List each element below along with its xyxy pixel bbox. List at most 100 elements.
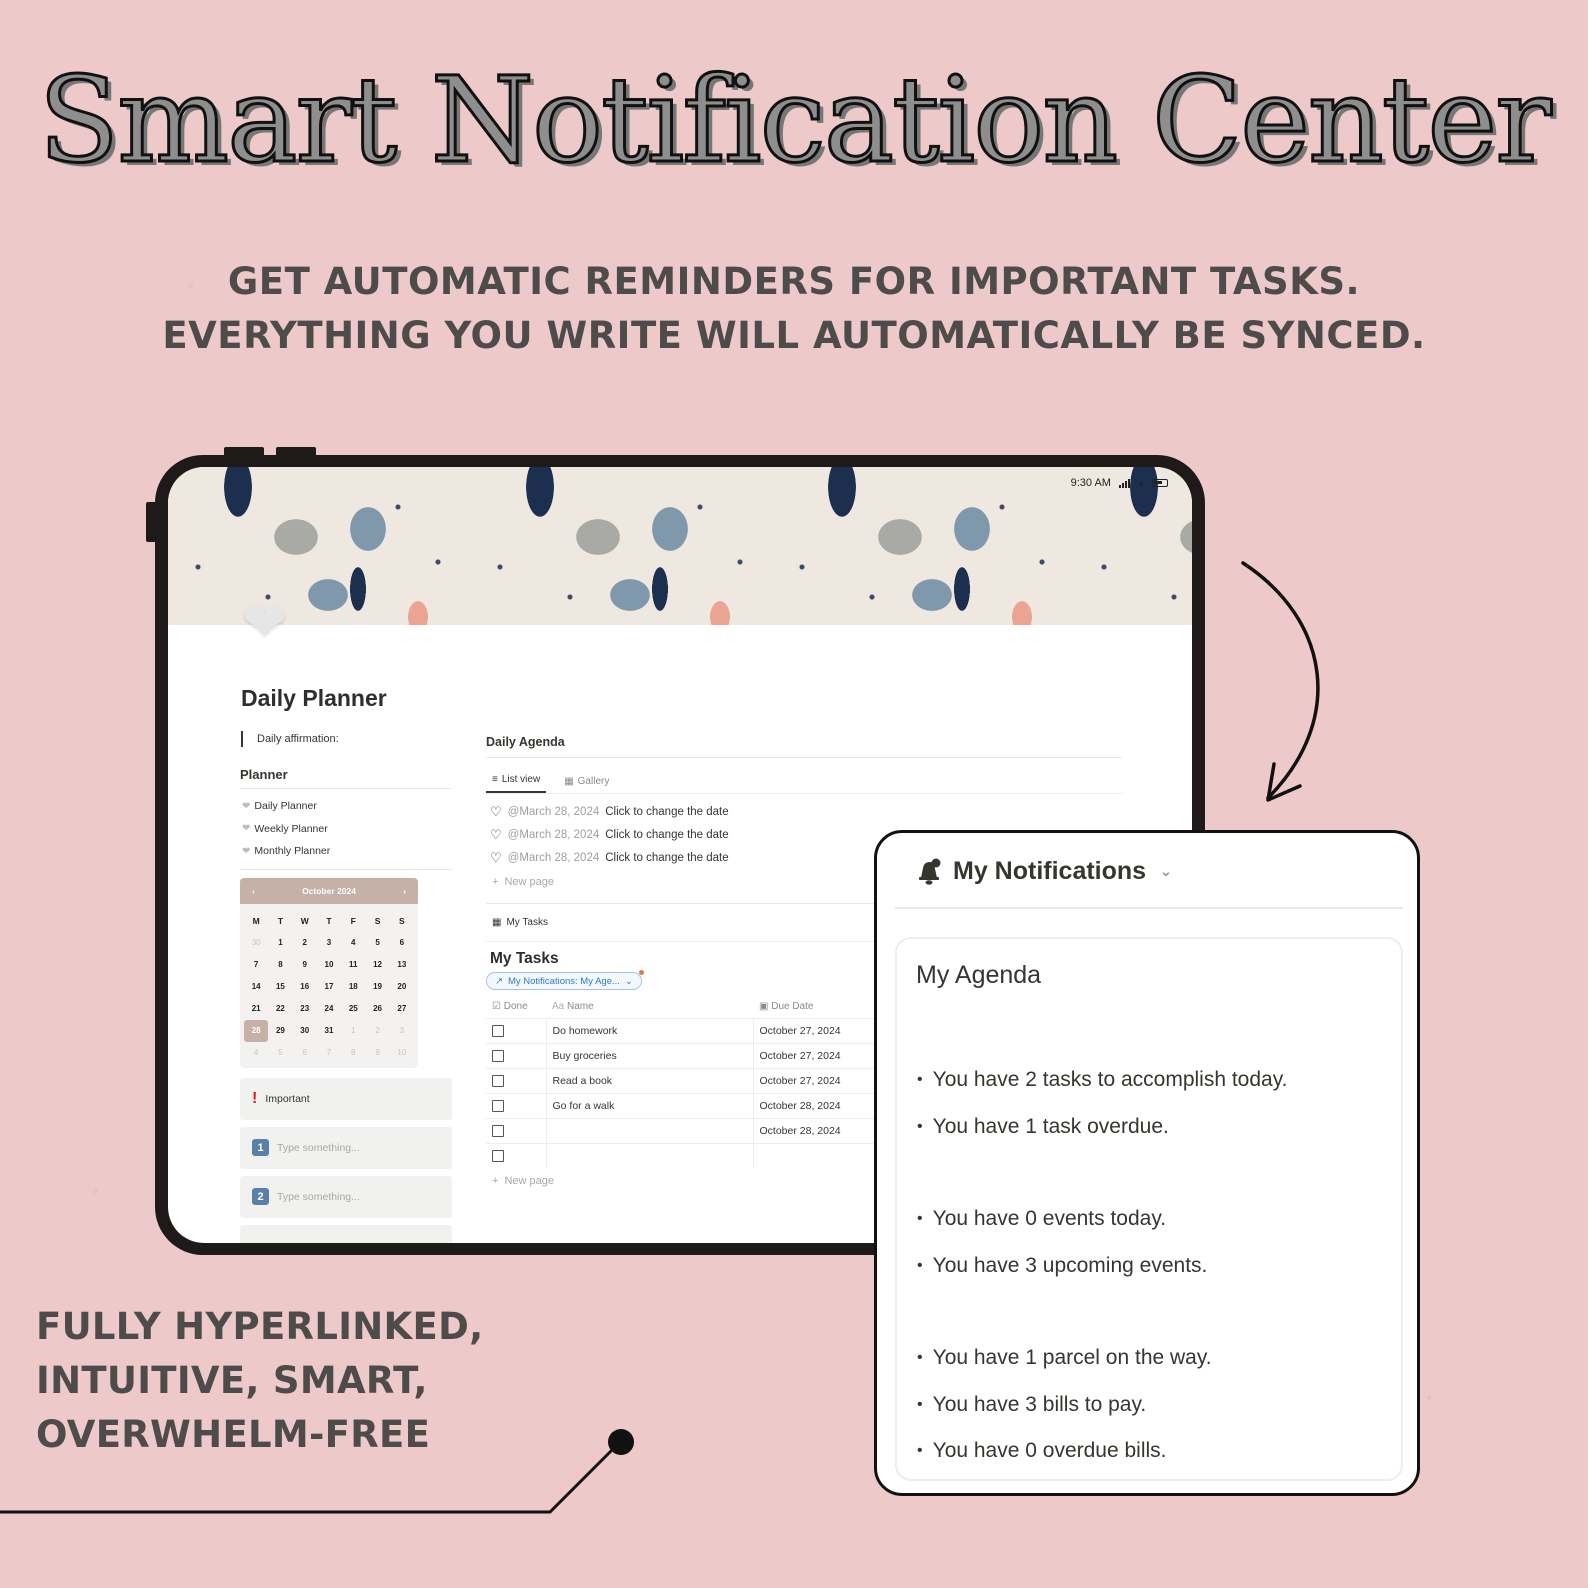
calendar-day[interactable]: 1 [268, 932, 292, 954]
tab-list-view[interactable]: ≡ List view [486, 774, 547, 793]
task-due-date[interactable] [752, 1142, 883, 1168]
callout-1[interactable]: 1 Type something... [240, 1126, 452, 1169]
calendar-day-today[interactable]: 28 [244, 1019, 269, 1042]
calendar-day[interactable]: 25 [341, 998, 365, 1020]
calendar-day[interactable]: 14 [244, 976, 268, 998]
task-name[interactable]: Buy groceries [545, 1042, 753, 1068]
table-row[interactable]: Buy groceries October 27, 2024 [486, 1042, 883, 1068]
task-name[interactable]: Go for a walk [545, 1092, 753, 1118]
tab-label: List view [501, 774, 541, 785]
calendar-day[interactable]: 13 [390, 954, 414, 976]
calendar-day[interactable]: 9 [365, 1042, 389, 1064]
task-name[interactable] [545, 1117, 753, 1143]
feature-list: FULLY HYPERLINKED, INTUITIVE, SMART, OVE… [36, 1300, 483, 1462]
notification-header[interactable]: My Notifications ⌄ [917, 857, 1172, 886]
task-due-date[interactable]: October 28, 2024 [752, 1092, 883, 1118]
done-cell [486, 1142, 546, 1168]
calendar-day[interactable]: 26 [365, 998, 389, 1020]
calendar-day[interactable]: 11 [341, 954, 365, 976]
checkbox-icon: ☑ [492, 1001, 501, 1013]
heart-link-icon: ❤ [242, 823, 251, 835]
tab-gallery[interactable]: ▦ Gallery [558, 776, 615, 793]
agenda-date[interactable]: @March 28, 2024 [508, 852, 600, 864]
calendar-day[interactable]: 7 [317, 1042, 341, 1064]
callout-3[interactable] [240, 1224, 452, 1243]
calendar-day[interactable]: 3 [390, 1020, 414, 1042]
calendar-day[interactable]: 19 [365, 976, 389, 998]
calendar-day[interactable]: 24 [317, 998, 341, 1020]
calendar-day[interactable]: 31 [317, 1020, 341, 1042]
planner-link-daily[interactable]: ❤ Daily Planner [242, 795, 452, 818]
task-due-date[interactable]: October 27, 2024 [752, 1017, 883, 1043]
chevron-down-icon[interactable]: ⌄ [1160, 863, 1172, 880]
task-checkbox[interactable] [492, 1024, 504, 1037]
calendar-day[interactable]: 20 [390, 976, 414, 998]
calendar-day[interactable]: 1 [341, 1020, 365, 1042]
planner-link-label: Weekly Planner [254, 822, 328, 835]
calendar-day[interactable]: 22 [268, 998, 292, 1020]
calendar-next-button[interactable]: › [403, 886, 406, 896]
calendar-day[interactable]: 7 [244, 954, 268, 976]
calendar-day[interactable]: 2 [365, 1020, 389, 1042]
task-due-date[interactable]: October 27, 2024 [752, 1067, 883, 1093]
task-checkbox[interactable] [492, 1099, 504, 1112]
column-header-done[interactable]: ☑ Done [486, 996, 546, 1018]
calendar-day[interactable]: 16 [293, 976, 317, 998]
calendar-day[interactable]: 2 [293, 932, 317, 954]
agenda-date[interactable]: @March 28, 2024 [508, 829, 600, 841]
task-due-date[interactable]: October 27, 2024 [752, 1042, 883, 1068]
calendar-day[interactable]: 3 [317, 932, 341, 954]
planner-link-monthly[interactable]: ❤ Monthly Planner [242, 840, 452, 863]
callout-2[interactable]: 2 Type something... [240, 1175, 452, 1218]
task-checkbox[interactable] [492, 1074, 504, 1087]
calendar-day[interactable]: 9 [293, 954, 317, 976]
calendar-day[interactable]: 30 [244, 932, 268, 954]
callout-important[interactable]: ! Important [240, 1077, 452, 1120]
table-row[interactable]: Go for a walk October 28, 2024 [486, 1092, 883, 1118]
task-name[interactable]: Do homework [545, 1017, 753, 1043]
calendar-day[interactable]: 8 [268, 954, 292, 976]
task-checkbox[interactable] [492, 1049, 504, 1062]
task-due-date[interactable]: October 28, 2024 [752, 1117, 883, 1143]
notification-filter-pill[interactable]: ↗ My Notifications: My Age... ⌄ [486, 970, 644, 990]
tasks-table: ☑ Done Aa Name ▣ Due Date Do homework Oct… [486, 996, 883, 1168]
calendar-day[interactable]: 8 [341, 1042, 365, 1064]
calendar-day[interactable]: 21 [244, 998, 268, 1020]
calendar-header: ‹ October 2024 › [240, 877, 418, 904]
table-row[interactable] [486, 1142, 883, 1168]
table-row[interactable]: Read a book October 27, 2024 [486, 1067, 883, 1093]
agenda-date[interactable]: @March 28, 2024 [508, 806, 600, 818]
column-header-name[interactable]: Aa Name [546, 996, 753, 1018]
task-checkbox[interactable] [492, 1149, 504, 1162]
done-cell [486, 1067, 546, 1093]
calendar-day[interactable]: 27 [390, 998, 414, 1020]
task-checkbox[interactable] [492, 1124, 504, 1137]
column-header-due-date[interactable]: ▣ Due Date [753, 996, 883, 1018]
calendar-day[interactable]: 23 [293, 998, 317, 1020]
heart-icon[interactable]: ❤ [242, 595, 287, 649]
agenda-text: Click to change the date [605, 851, 729, 864]
task-name[interactable]: Read a book [545, 1067, 753, 1093]
calendar-day[interactable]: 10 [317, 954, 341, 976]
table-row[interactable]: October 28, 2024 [486, 1117, 883, 1143]
calendar-day[interactable]: 5 [268, 1042, 292, 1064]
calendar-day[interactable]: 15 [268, 976, 292, 998]
calendar-day[interactable]: 6 [390, 932, 414, 954]
calendar-day[interactable]: 4 [244, 1042, 268, 1064]
calendar-day[interactable]: 6 [293, 1042, 317, 1064]
agenda-item[interactable]: ♡ @March 28, 2024 Click to change the date [486, 800, 1122, 823]
affirmation-quote[interactable]: Daily affirmation: [241, 731, 339, 747]
calendar-day[interactable]: 10 [390, 1042, 414, 1064]
calendar-day[interactable]: 4 [341, 932, 365, 954]
task-name[interactable] [545, 1142, 753, 1168]
calendar-day[interactable]: 17 [317, 976, 341, 998]
calendar-day[interactable]: 12 [365, 954, 389, 976]
calendar-day[interactable]: 18 [341, 976, 365, 998]
table-row[interactable]: Do homework October 27, 2024 [486, 1017, 883, 1043]
calendar-day[interactable]: 30 [293, 1020, 317, 1042]
calendar-day[interactable]: 5 [365, 932, 389, 954]
calendar-day[interactable]: 29 [268, 1020, 292, 1042]
planner-link-weekly[interactable]: ❤ Weekly Planner [242, 818, 452, 841]
tasks-body: Do homework October 27, 2024 Buy groceries… [486, 1017, 883, 1168]
calendar-prev-button[interactable]: ‹ [252, 886, 255, 896]
